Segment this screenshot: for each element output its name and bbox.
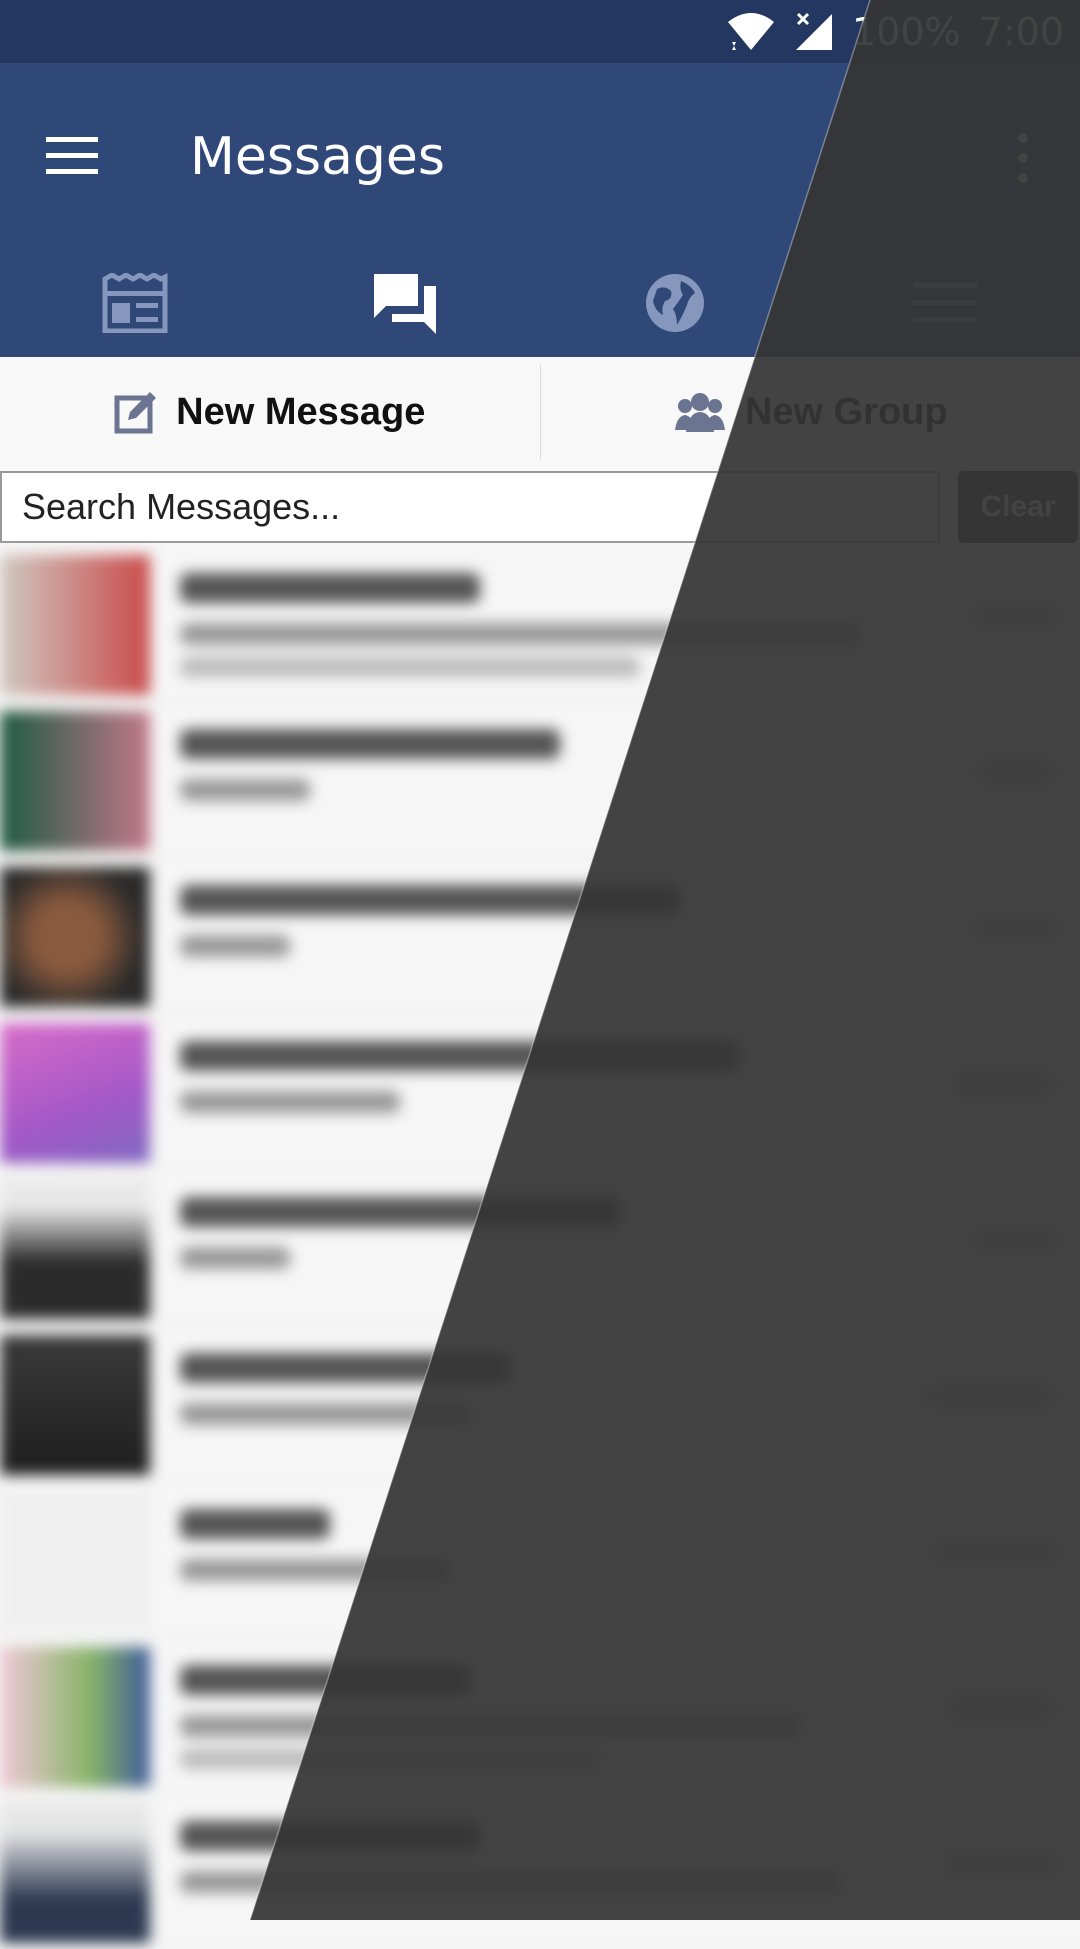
clock: 7:00 bbox=[979, 10, 1064, 54]
conversation-row[interactable] bbox=[0, 1013, 1080, 1169]
globe-icon bbox=[643, 271, 707, 335]
conversation-row[interactable] bbox=[0, 545, 1080, 701]
tab-more[interactable] bbox=[810, 249, 1080, 357]
search-input[interactable] bbox=[0, 471, 940, 543]
group-icon bbox=[673, 392, 727, 432]
conversation-row[interactable] bbox=[0, 1793, 1080, 1949]
tab-messages[interactable] bbox=[270, 249, 540, 357]
more-vertical-icon[interactable] bbox=[1004, 133, 1042, 183]
conversation-row[interactable] bbox=[0, 1481, 1080, 1637]
new-message-label: New Message bbox=[176, 391, 425, 434]
tab-news-feed[interactable] bbox=[0, 249, 270, 357]
tab-notifications[interactable] bbox=[540, 249, 810, 357]
battery-percent: 100% bbox=[852, 10, 961, 54]
action-row: New Message New Group bbox=[0, 357, 1080, 467]
new-group-label: New Group bbox=[745, 391, 948, 434]
avatar bbox=[0, 1335, 150, 1475]
avatar bbox=[0, 711, 150, 851]
conversation-row[interactable] bbox=[0, 1325, 1080, 1481]
no-signal-icon bbox=[794, 12, 834, 52]
menu-lines-icon bbox=[913, 281, 977, 325]
conversation-row[interactable] bbox=[0, 701, 1080, 857]
conversation-list bbox=[0, 545, 1080, 1920]
new-message-button[interactable]: New Message bbox=[0, 357, 540, 467]
avatar bbox=[0, 1647, 150, 1787]
search-row: Clear bbox=[0, 467, 1080, 545]
avatar bbox=[0, 555, 150, 695]
conversation-row[interactable] bbox=[0, 1169, 1080, 1325]
status-bar: 100% 7:00 bbox=[0, 0, 1080, 63]
new-group-button[interactable]: New Group bbox=[541, 357, 1080, 467]
tab-bar bbox=[0, 249, 1080, 357]
newspaper-icon bbox=[102, 273, 168, 333]
hamburger-menu-icon[interactable] bbox=[46, 135, 98, 177]
page-title: Messages bbox=[190, 125, 445, 189]
avatar bbox=[0, 1023, 150, 1163]
conversation-row[interactable] bbox=[0, 1637, 1080, 1793]
chat-bubbles-icon bbox=[372, 272, 438, 334]
clear-button[interactable]: Clear bbox=[958, 471, 1078, 543]
conversation-row[interactable] bbox=[0, 857, 1080, 1013]
app-bar: Messages bbox=[0, 63, 1080, 357]
avatar bbox=[0, 1803, 150, 1943]
avatar bbox=[0, 867, 150, 1007]
avatar bbox=[0, 1491, 150, 1631]
avatar bbox=[0, 1179, 150, 1319]
compose-icon bbox=[114, 390, 158, 434]
wifi-icon bbox=[726, 12, 776, 52]
